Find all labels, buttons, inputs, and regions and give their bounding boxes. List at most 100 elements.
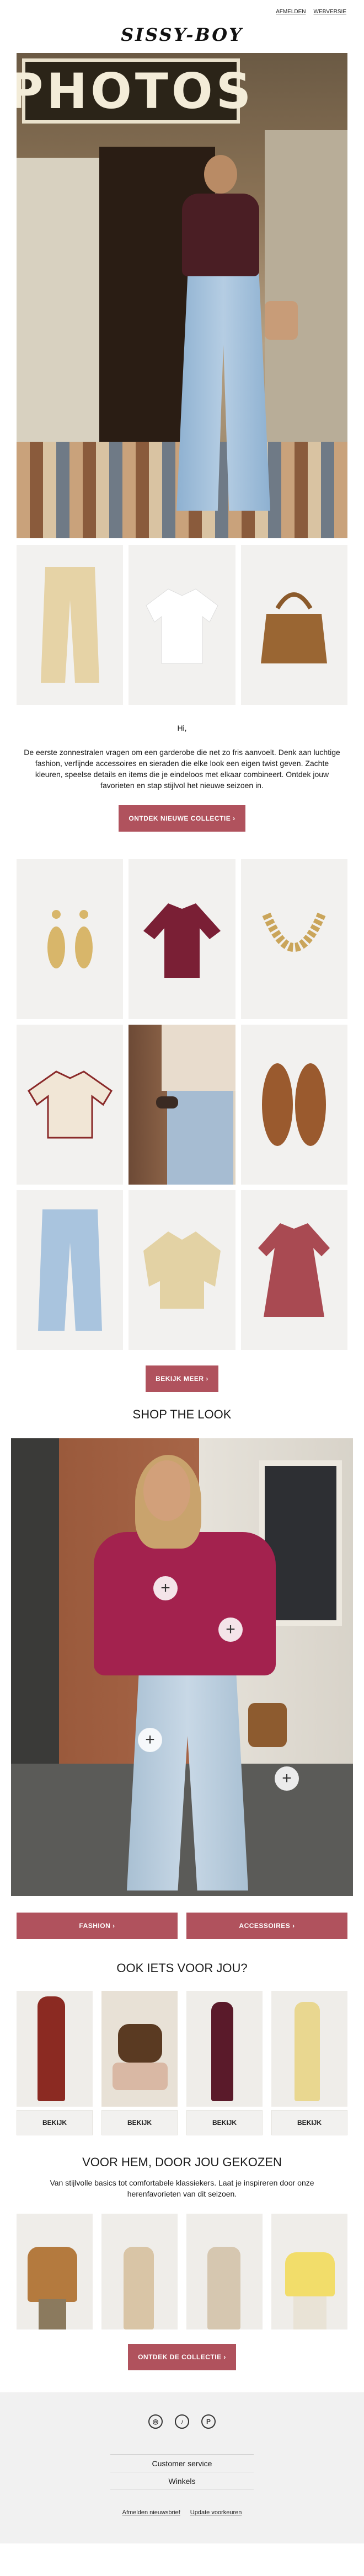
product-jacket[interactable] [129,1190,235,1350]
photos-sign: PHOTOS [17,58,251,124]
product-necklace[interactable] [240,859,347,1019]
product-grid [17,859,347,1350]
intro-text: De eerste zonnestralen vragen om een gar… [24,748,340,790]
men-trousers-shape [39,2299,66,2329]
model-yellow-image[interactable] [271,1991,347,2107]
knit-top-icon [27,1070,113,1139]
photos-sign-text: PHOTOS [17,62,255,120]
men-beige-image[interactable] [101,2214,178,2329]
product-blouse[interactable] [129,859,235,1019]
recommend-item: BEKIJK [271,1991,347,2135]
men-yellow-tee-image[interactable] [271,2214,347,2329]
hotspot-plus-icon[interactable]: + [275,1766,299,1791]
product-sandals[interactable] [240,1025,347,1185]
sitting-trousers [113,2063,168,2090]
jeans-icon [38,1209,102,1331]
model-head [204,155,237,194]
product-jeans[interactable] [17,1190,124,1350]
men-shirt-shape [207,2247,240,2329]
sitting-top [118,2024,162,2063]
tiktok-icon[interactable]: ♪ [175,2414,189,2429]
recommend-item: BEKIJK [186,1991,263,2135]
shop-the-look-image: + + + + [11,1438,353,1896]
recommend-item: BEKIJK [17,1991,93,2135]
men-title: VOOR HEM, DOOR JOU GEKOZEN [82,2155,282,2169]
necklace-icon [262,912,326,952]
men-beige-shape [124,2247,154,2329]
product-dress[interactable] [240,1190,347,1350]
bag-icon [261,592,328,663]
model-top [182,194,259,276]
photo-sweater [162,1025,235,1091]
men-tee-shape [285,2252,335,2296]
social-links: ◎ ♪ P [0,2414,364,2429]
product-bag[interactable] [240,545,347,705]
footer-links: Customer service Winkels [110,2454,254,2489]
also-for-you-row: BEKIJK BEKIJK BEKIJK BEKIJK [17,1991,347,2135]
model-sitting-image[interactable] [101,1991,178,2107]
update-preferences-link[interactable]: Update voorkeuren [190,2509,242,2516]
fashion-button[interactable]: FASHION › [17,1913,178,1939]
pinterest-icon[interactable]: P [201,2414,216,2429]
discover-men-button[interactable]: ONTDEK DE COLLECTIE › [128,2344,236,2370]
hotspot-plus-icon[interactable]: + [153,1576,178,1600]
discover-collection-button[interactable]: ONTDEK NIEUWE COLLECTIE › [119,805,245,832]
men-shirt-image[interactable] [186,2214,263,2329]
photo-booth [17,158,113,444]
unsubscribe-link[interactable]: AFMELDEN [276,9,306,15]
product-lifestyle-photo[interactable] [129,1025,235,1185]
unsubscribe-newsletter-link[interactable]: Afmelden nieuwsbrief [122,2509,180,2516]
email-page: AFMELDEN WEBVERSIE SISSY-BOY PHOTOS Hi, … [0,0,364,2543]
men-text: Van stijlvolle basics tot comfortabele k… [50,2178,314,2198]
product-shirt[interactable] [129,545,235,705]
sandals-icon [262,1063,326,1146]
yellow-outfit [295,2002,320,2101]
product-trousers[interactable] [17,545,124,705]
intro-section: Hi, De eerste zonnestralen vragen om een… [0,705,364,832]
greeting: Hi, [177,724,187,732]
jumpsuit-shape [38,1996,65,2101]
look-face [143,1460,190,1521]
men-jacket-image[interactable] [17,2214,93,2329]
accessoires-button[interactable]: ACCESSOIRES › [186,1913,347,1939]
shirt-icon [146,588,218,664]
footer-bottom: Afmelden nieuwsbrief Update voorkeuren [0,2509,364,2516]
earrings-icon [47,910,93,968]
hotspot-plus-icon[interactable]: + [138,1728,162,1752]
view-more-button[interactable]: BEKIJK MEER › [146,1365,218,1392]
stores-link[interactable]: Winkels [110,2472,254,2489]
men-jacket-shape [28,2247,77,2302]
view-button[interactable]: BEKIJK [17,2110,93,2135]
brand-logo[interactable]: SISSY-BOY [121,24,243,45]
photo-sunglasses [156,1096,179,1108]
webversion-link[interactable]: WEBVERSIE [314,9,346,15]
logo-container: SISSY-BOY [0,17,364,53]
product-knit-top[interactable] [17,1025,124,1185]
men-row [17,2214,347,2329]
men-shorts-shape [293,2296,326,2329]
product-earrings[interactable] [17,859,124,1019]
customer-service-link[interactable]: Customer service [110,2454,254,2472]
trousers-icon [40,567,99,683]
top-links: AFMELDEN WEBVERSIE [0,0,364,17]
hotspot-plus-icon[interactable]: + [218,1618,243,1642]
wall-panel [265,130,347,450]
instagram-icon[interactable]: ◎ [148,2414,163,2429]
look-jacket [94,1532,276,1675]
view-button[interactable]: BEKIJK [271,2110,347,2135]
jumpsuit-image[interactable] [17,1991,93,2107]
hero-image[interactable]: PHOTOS [17,53,347,538]
look-buttons: FASHION › ACCESSOIRES › [17,1913,347,1939]
model-burgundy-image[interactable] [186,1991,263,2107]
recommend-item: BEKIJK [101,1991,178,2135]
dress-icon [258,1223,330,1317]
shop-the-look-title: SHOP THE LOOK [132,1407,232,1421]
burgundy-outfit [211,2002,233,2101]
footer: ◎ ♪ P Customer service Winkels Afmelden … [0,2392,364,2543]
jacket-icon [143,1231,221,1309]
view-button[interactable]: BEKIJK [101,2110,178,2135]
view-button[interactable]: BEKIJK [186,2110,263,2135]
blouse-icon [143,903,221,978]
model-clutch [265,301,298,340]
product-row [17,545,347,705]
